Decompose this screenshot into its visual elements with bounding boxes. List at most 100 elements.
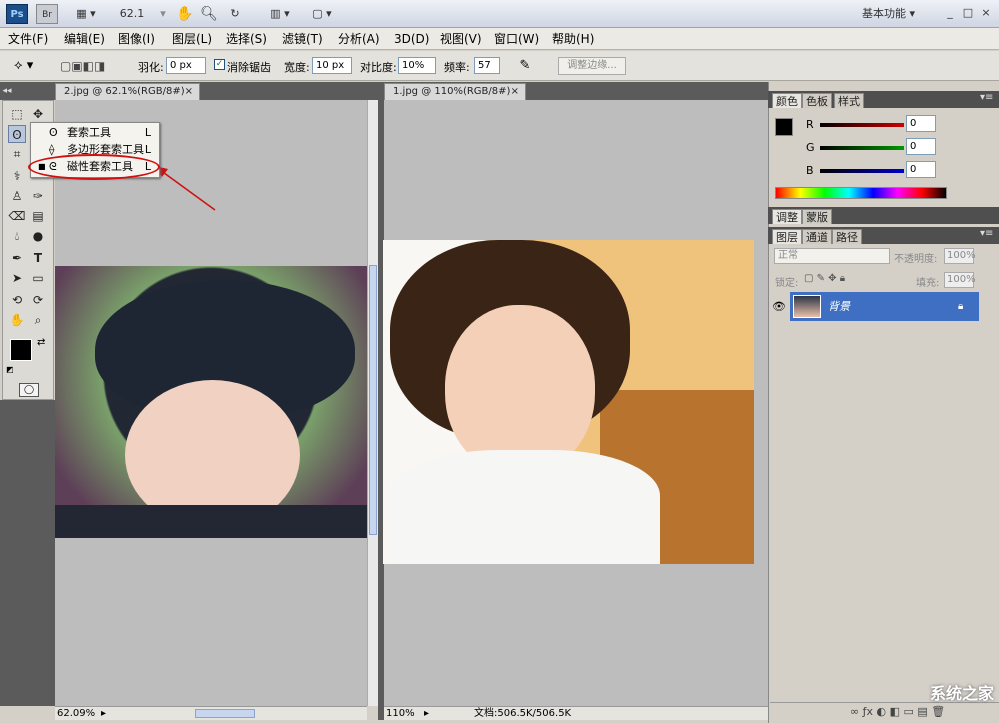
tab-layers[interactable]: 图层 — [772, 229, 802, 244]
tab-paths[interactable]: 路径 — [832, 229, 862, 244]
tab-document-1[interactable]: 1.jpg @ 110%(RGB/8#) × — [384, 83, 526, 100]
bridge-button[interactable]: Br — [36, 4, 58, 24]
menu-view[interactable]: 视图(V) — [440, 31, 482, 47]
hand-tool-icon[interactable]: ✋ — [8, 311, 26, 329]
tab-adjustments[interactable]: 调整 — [772, 209, 802, 224]
menu-window[interactable]: 窗口(W) — [494, 31, 539, 47]
channel-value-r[interactable]: 0 — [906, 115, 936, 132]
3d-rotate-icon[interactable]: ⟲ — [8, 291, 26, 309]
close-icon[interactable]: × — [511, 84, 519, 99]
eraser-icon[interactable]: ⌫ — [8, 207, 26, 225]
zoom-readout[interactable]: 110% — [386, 707, 415, 720]
zoom-level[interactable]: 62.1 — [118, 5, 146, 23]
toolbox-background — [0, 400, 55, 706]
color-panel-foreground[interactable] — [775, 118, 793, 136]
vertical-scrollbar[interactable] — [367, 100, 378, 706]
clone-stamp-icon[interactable]: ♙ — [8, 187, 26, 205]
channel-slider-b[interactable] — [820, 169, 904, 173]
menu-filter[interactable]: 滤镜(T) — [282, 31, 323, 47]
menu-file[interactable]: 文件(F) — [8, 31, 48, 47]
zoom-readout[interactable]: 62.09% — [57, 707, 95, 720]
tool-preset-picker[interactable]: ⟡ ▾ — [14, 57, 46, 75]
crop-tool-icon[interactable]: ⌗ — [8, 145, 26, 163]
blend-mode-select[interactable]: 正常 — [774, 248, 890, 264]
move-tool-icon[interactable]: ✥ — [29, 105, 47, 123]
pen-tool-icon[interactable]: ✒ — [8, 249, 26, 267]
channel-value-g[interactable]: 0 — [906, 138, 936, 155]
layer-name: 背景 — [828, 300, 850, 313]
tab-channels[interactable]: 通道 — [802, 229, 832, 244]
path-selection-icon[interactable]: ➤ — [8, 269, 26, 287]
swap-colors-icon[interactable]: ⇄ — [37, 337, 45, 348]
close-icon[interactable]: × — [185, 84, 193, 99]
selection-mode-icons[interactable]: ▢▣◧◨ — [60, 58, 124, 74]
opacity-input[interactable]: 100% — [944, 248, 976, 264]
menu-analysis[interactable]: 分析(A) — [338, 31, 380, 47]
color-panel-header: 颜色 色板 样式 ▾≡ — [768, 91, 999, 108]
gradient-icon[interactable]: ▤ — [29, 207, 47, 225]
default-colors-icon[interactable]: ◩ — [6, 365, 14, 374]
channel-slider-r[interactable] — [820, 123, 904, 127]
menu-image[interactable]: 图像(I) — [118, 31, 155, 47]
photo-child-shirt — [390, 450, 660, 564]
shape-tool-icon[interactable]: ▭ — [29, 269, 47, 287]
panel-menu-icon[interactable]: ▾≡ — [980, 92, 993, 103]
menu-edit[interactable]: 编辑(E) — [64, 31, 105, 47]
pen-pressure-icon[interactable]: ✎ — [514, 57, 536, 75]
rotate-view-icon[interactable]: ↻ — [226, 5, 244, 23]
restore-icon[interactable]: □ — [960, 5, 976, 20]
collapse-panel-icon[interactable]: ◂◂ — [0, 82, 14, 100]
tab-masks[interactable]: 蒙版 — [802, 209, 832, 224]
refine-edge-button[interactable]: 调整边缘... — [558, 57, 626, 75]
menu-3d[interactable]: 3D(D) — [394, 31, 429, 47]
menu-layer[interactable]: 图层(L) — [172, 31, 212, 47]
3d-orbit-icon[interactable]: ⟳ — [29, 291, 47, 309]
workspace-switcher[interactable]: 基本功能 ▾ — [862, 5, 932, 23]
zoom-tool-icon[interactable]: ⌕ — [29, 311, 47, 329]
flyout-item-lasso[interactable]: ʘ 套索工具 L — [35, 125, 157, 141]
lock-icons[interactable]: ▢ ✎ ✥ 🔒︎ — [804, 273, 845, 284]
foreground-color-swatch[interactable] — [10, 339, 32, 361]
healing-brush-icon[interactable]: ⚕ — [8, 167, 26, 185]
quick-mask-icon[interactable]: ◯ — [19, 383, 39, 397]
channel-value-b[interactable]: 0 — [906, 161, 936, 178]
visibility-eye-icon[interactable]: 👁︎ — [770, 292, 788, 321]
panel-menu-icon[interactable]: ▾≡ — [980, 228, 993, 239]
hand-tool-icon[interactable]: ✋ — [176, 5, 194, 23]
zoom-dropdown-icon[interactable]: ▾ — [158, 5, 168, 23]
menu-bar: 文件(F) 编辑(E) 图像(I) 图层(L) 选择(S) 滤镜(T) 分析(A… — [0, 28, 999, 50]
tab-swatches[interactable]: 色板 — [802, 93, 832, 108]
close-icon[interactable]: × — [978, 5, 994, 20]
frequency-input[interactable]: 57 — [474, 57, 500, 74]
type-tool-icon[interactable]: T — [29, 249, 47, 267]
horizontal-scrollbar-thumb[interactable] — [195, 709, 255, 718]
menu-help[interactable]: 帮助(H) — [552, 31, 594, 47]
lasso-tool-icon[interactable]: ʘ — [8, 125, 26, 143]
scrollbar-thumb[interactable] — [369, 265, 377, 535]
blur-tool-icon[interactable]: 💧︎ — [8, 227, 26, 245]
view-extras-button[interactable]: ▦ ▾ — [70, 5, 102, 23]
channel-slider-g[interactable] — [820, 146, 904, 150]
width-input[interactable]: 10 px — [312, 57, 352, 74]
minimize-icon[interactable]: _ — [942, 5, 958, 20]
tab-document-2[interactable]: 2.jpg @ 62.1%(RGB/8#) × — [55, 83, 200, 100]
layer-row-background[interactable]: 背景 🔒︎ — [790, 292, 979, 321]
screen-mode-button[interactable]: ▢ ▾ — [306, 5, 338, 23]
status-menu-icon[interactable]: ▸ — [101, 707, 106, 720]
zoom-tool-icon[interactable]: 🔍︎ — [200, 5, 218, 23]
status-menu-icon[interactable]: ▸ — [424, 707, 429, 720]
menu-select[interactable]: 选择(S) — [226, 31, 267, 47]
highlight-ellipse — [28, 154, 160, 180]
color-spectrum-bar[interactable] — [775, 187, 947, 199]
feather-input[interactable]: 0 px — [166, 57, 206, 74]
tab-styles[interactable]: 样式 — [834, 93, 864, 108]
fill-input[interactable]: 100% — [944, 272, 976, 288]
antialias-checkbox[interactable]: ✓ — [214, 59, 225, 70]
dodge-tool-icon[interactable]: ● — [29, 227, 47, 245]
document-size: 文档:506.5K/506.5K — [474, 708, 572, 719]
contrast-input[interactable]: 10% — [398, 57, 436, 74]
arrange-documents-button[interactable]: ▥ ▾ — [264, 5, 296, 23]
tab-color[interactable]: 颜色 — [772, 93, 802, 108]
marquee-tool-icon[interactable]: ⬚ — [8, 105, 26, 123]
history-brush-icon[interactable]: ✑ — [29, 187, 47, 205]
